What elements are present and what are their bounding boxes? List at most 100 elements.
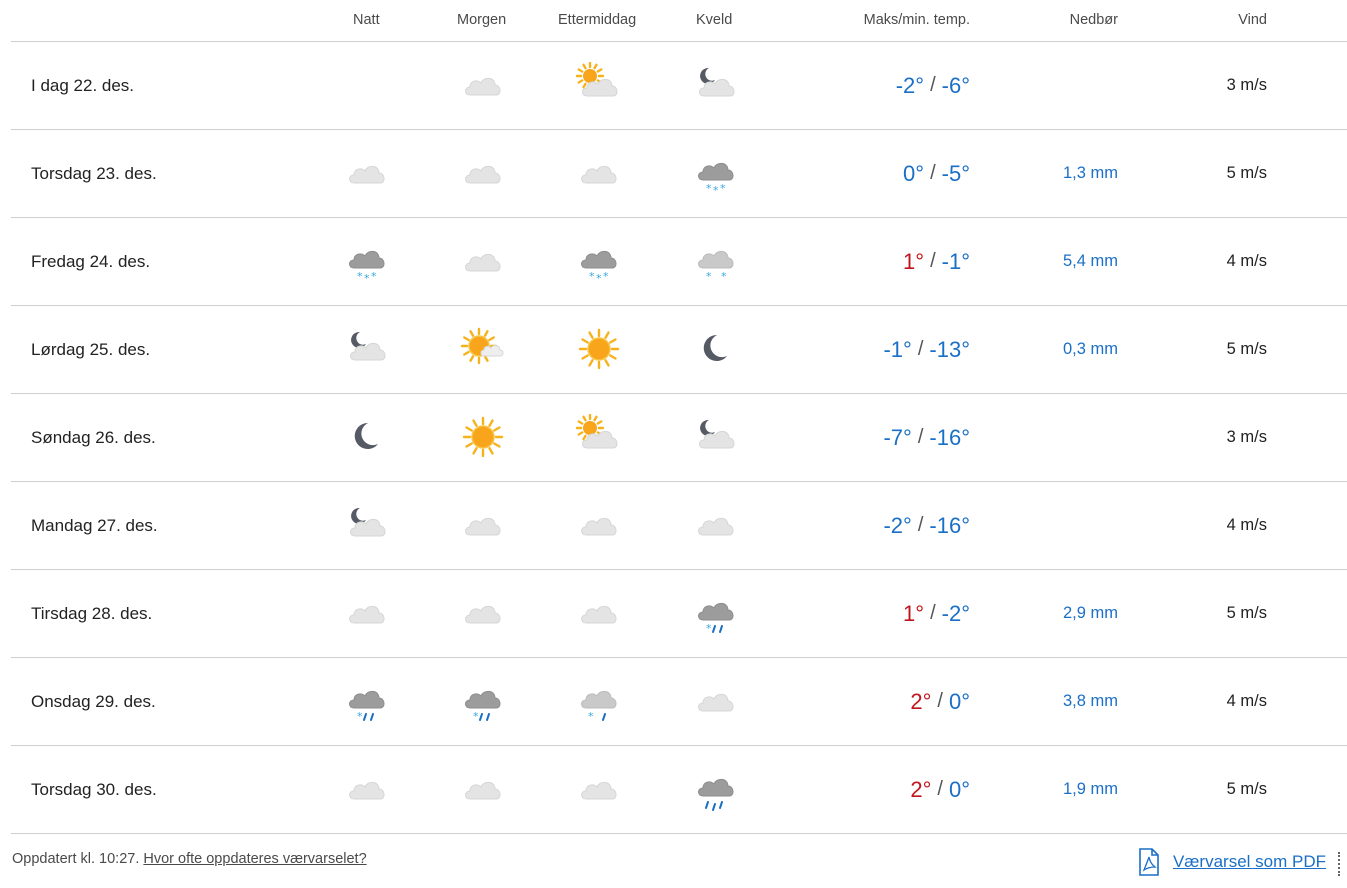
- temp-max: -1°: [883, 336, 912, 362]
- forecast-row[interactable]: Tirsdag 28. des. * 1° / -2° 2,9 mm 5 m/s: [11, 570, 1347, 658]
- temp-min: -13°: [929, 336, 970, 362]
- forecast-row[interactable]: Torsdag 23. des. * * * 0° / -5° 1,3 mm 5 m/s: [11, 130, 1347, 218]
- day-label: Torsdag 23. des.: [31, 163, 157, 183]
- cloud-light-icon: [349, 165, 385, 184]
- temp-separator: /: [917, 426, 924, 448]
- wind-speed: 4 m/s: [1226, 692, 1267, 710]
- temp-min: -6°: [941, 72, 970, 98]
- weather-morgen: [459, 61, 507, 109]
- wind-speed: 5 m/s: [1226, 780, 1267, 798]
- weather-morgen: [459, 237, 507, 285]
- forecast-row[interactable]: Fredag 24. des. * * * * * * * * 1° / -1° 5,4 mm 4 m/s: [11, 218, 1347, 306]
- cloud-sleet-heavy-icon: *: [465, 690, 501, 723]
- svg-text:*: *: [589, 270, 595, 283]
- temp-min: -5°: [941, 160, 970, 186]
- cloud-snow-heavy-icon: * * *: [349, 250, 385, 284]
- precipitation: 3,8 mm: [1062, 692, 1118, 710]
- weather-ettermiddag: [575, 413, 623, 461]
- header-kveld: Kveld: [696, 12, 733, 28]
- forecast-row[interactable]: Mandag 27. des. -2° / -16° 4 m/s: [11, 482, 1347, 570]
- temp-min: -2°: [941, 600, 970, 626]
- sun-cloud-icon: [576, 62, 618, 97]
- moon-cloud-icon: [699, 67, 735, 97]
- temperature: 1° / -2°: [903, 570, 970, 657]
- svg-text:*: *: [371, 270, 377, 283]
- cloud-light-icon: [465, 517, 501, 536]
- weather-natt: [343, 501, 391, 549]
- moon-icon: [703, 334, 727, 361]
- precipitation: 2,9 mm: [1062, 604, 1118, 622]
- pdf-link-label: Værvarsel som PDF: [1172, 852, 1326, 871]
- wind-speed: 3 m/s: [1226, 428, 1267, 446]
- footer: Oppdatert kl. 10:27. Hvor ofte oppdatere…: [12, 848, 1342, 878]
- svg-text:*: *: [364, 272, 370, 284]
- precipitation: 1,3 mm: [1062, 164, 1118, 182]
- temp-min: -1°: [941, 248, 970, 274]
- updated-text: Oppdatert kl. 10:27. Hvor ofte oppdatere…: [12, 851, 367, 867]
- weather-ettermiddag: [575, 589, 623, 637]
- cloud-light-icon: [581, 165, 617, 184]
- svg-text:*: *: [357, 710, 363, 723]
- temp-separator: /: [917, 338, 924, 360]
- sun-cloud-icon: [576, 414, 618, 449]
- weather-ettermiddag: * * *: [575, 237, 623, 285]
- temperature: -2° / -16°: [883, 482, 970, 569]
- weather-kveld: [692, 501, 740, 549]
- cloud-light-icon: [581, 781, 617, 800]
- precipitation: 1,9 mm: [1062, 780, 1118, 798]
- pdf-link[interactable]: Værvarsel som PDF: [1137, 848, 1326, 876]
- temp-separator: /: [937, 778, 943, 800]
- day-label: Tirsdag 28. des.: [31, 603, 153, 623]
- weather-morgen: [459, 325, 507, 373]
- moon-cloud-icon: [699, 419, 735, 449]
- weather-natt: [343, 589, 391, 637]
- cloud-light-icon: [465, 77, 501, 96]
- weather-natt: *: [343, 677, 391, 725]
- weather-ettermiddag: [575, 61, 623, 109]
- weather-ettermiddag: [575, 501, 623, 549]
- temp-max: 2°: [910, 688, 932, 714]
- svg-text:*: *: [473, 710, 479, 723]
- forecast-row[interactable]: Onsdag 29. des. * * * 2°/0° 3,8 mm 4 m/s: [11, 658, 1347, 746]
- day-label: Lørdag 25. des.: [31, 339, 151, 359]
- pdf-icon: [1139, 848, 1159, 876]
- day-label: Mandag 27. des.: [31, 515, 158, 535]
- cloud-rain-heavy-icon: [698, 778, 734, 811]
- day-label: Fredag 24. des.: [31, 251, 151, 271]
- forecast-row[interactable]: Søndag 26. des. -7° / -16° 3 m/s: [11, 394, 1347, 482]
- forecast-row[interactable]: I dag 22. des. -2° / -6° 3 m/s: [11, 42, 1347, 130]
- weather-natt: [343, 149, 391, 197]
- temp-max: 0°: [903, 160, 925, 186]
- cloud-sleet-heavy-icon: *: [698, 602, 734, 635]
- weather-kveld: [692, 677, 740, 725]
- weather-kveld: [692, 61, 740, 109]
- wind-speed: 5 m/s: [1226, 604, 1267, 622]
- forecast-row[interactable]: Torsdag 30. des. 2°/0° 1,9 mm 5 m/s: [11, 746, 1347, 834]
- forecast-row[interactable]: Lørdag 25. des. -1° / -13° 0,3 mm 5 m/s: [11, 306, 1347, 394]
- temp-separator: /: [930, 250, 936, 272]
- weather-morgen: [459, 149, 507, 197]
- temp-max: 1°: [903, 600, 925, 626]
- cloud-snow-heavy-icon: * * *: [581, 250, 617, 284]
- cloud-light-icon: [349, 781, 385, 800]
- temp-min: -16°: [929, 424, 970, 450]
- day-label: Søndag 26. des.: [31, 427, 156, 447]
- wind-speed: 5 m/s: [1226, 340, 1267, 358]
- weather-kveld: [692, 325, 740, 373]
- temperature: -1° / -13°: [883, 306, 970, 393]
- moon-icon: [354, 422, 378, 449]
- temp-max: -2°: [895, 72, 925, 98]
- svg-text:*: *: [713, 184, 719, 196]
- weather-morgen: [459, 589, 507, 637]
- temp-max: -7°: [883, 424, 912, 450]
- forecast-table: Natt Morgen Ettermiddag Kveld Maks/min. …: [11, 0, 1347, 834]
- header-temp: Maks/min. temp.: [863, 12, 970, 28]
- cloud-light-icon: [698, 693, 734, 712]
- how-often-link[interactable]: Hvor ofte oppdateres værvarselet?: [143, 851, 366, 867]
- table-header: Natt Morgen Ettermiddag Kveld Maks/min. …: [11, 0, 1347, 42]
- header-morgen: Morgen: [457, 12, 507, 28]
- day-label: Torsdag 30. des.: [31, 779, 157, 799]
- svg-text:*: *: [720, 182, 726, 195]
- moon-cloud-icon: [350, 331, 386, 361]
- weather-natt: [343, 325, 391, 373]
